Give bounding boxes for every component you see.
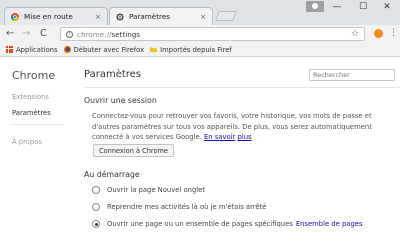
sidebar-item-parametres[interactable]: Paramètres	[12, 109, 51, 117]
url-scheme: chrome://	[77, 29, 112, 39]
startup-option-specific-pages[interactable]: Ouvrir une page ou un ensemble de pages …	[92, 220, 363, 228]
settings-sidebar: Chrome Extensions Paramètres À propos	[0, 58, 75, 240]
tab-strip: Mise en route × Paramètres × — ☐ ✕	[0, 0, 400, 25]
extension-icon[interactable]	[374, 29, 383, 38]
settings-main: Paramètres Ouvrir une session Connectez-…	[75, 58, 400, 240]
chrome-menu-button[interactable]: ⋮	[389, 27, 398, 39]
radio-button[interactable]	[92, 186, 100, 194]
radio-button[interactable]	[92, 203, 100, 211]
startup-option-new-tab[interactable]: Ouvrir la page Nouvel onglet	[92, 186, 205, 194]
learn-more-link[interactable]: En savoir	[204, 133, 235, 141]
close-tab-icon[interactable]: ×	[95, 13, 101, 21]
tab-parametres[interactable]: Paramètres ×	[109, 7, 213, 25]
reload-button[interactable]: C	[40, 28, 47, 40]
firefox-icon	[63, 46, 71, 53]
set-pages-link[interactable]: Ensemble de pages	[296, 220, 363, 228]
tab-label: Paramètres	[129, 12, 170, 21]
profile-avatar-icon[interactable]	[306, 1, 324, 12]
settings-search-input[interactable]	[309, 69, 395, 81]
close-tab-icon[interactable]: ×	[200, 13, 206, 21]
sidebar-divider	[12, 124, 64, 125]
page-title: Paramètres	[84, 69, 142, 80]
bookmark-debuter-firefox[interactable]: Débuter avec Firefox	[63, 45, 145, 54]
minimize-button[interactable]: —	[324, 0, 350, 14]
radio-button-selected[interactable]	[92, 220, 100, 228]
radio-label: Ouvrir une page ou un ensemble de pages …	[107, 220, 293, 228]
url-path: settings	[111, 29, 141, 39]
forward-button[interactable]: →	[22, 28, 30, 40]
chrome-icon	[11, 12, 19, 21]
info-icon[interactable]: i	[66, 30, 73, 38]
navigation-toolbar: ← → C i chrome:// settings ☆ ⋮	[0, 25, 400, 43]
tab-label: Mise en route	[24, 12, 73, 21]
window-close-button[interactable]: ✕	[374, 0, 400, 14]
startup-option-continue[interactable]: Reprendre mes activités là où je m'étais…	[92, 203, 266, 211]
bookmark-applications[interactable]: Applications	[6, 46, 58, 54]
new-tab-button[interactable]	[215, 11, 237, 21]
bookmarks-bar: Applications Débuter avec Firefox Import…	[0, 43, 400, 57]
bookmark-folder-imported[interactable]: Importés depuis Firef	[150, 46, 232, 54]
sidebar-title: Chrome	[12, 69, 56, 82]
radio-label: Reprendre mes activités là où je m'étais…	[107, 203, 267, 211]
startup-section-heading: Au démarrage	[84, 170, 140, 179]
back-button[interactable]: ←	[6, 28, 14, 40]
bookmark-label: Applications	[16, 45, 58, 54]
bookmark-label: Importés depuis Firef	[160, 45, 232, 54]
signin-button[interactable]: Connexion à Chrome	[93, 144, 174, 157]
bookmark-label: Débuter avec Firefox	[73, 45, 145, 54]
sidebar-item-extensions[interactable]: Extensions	[12, 93, 49, 101]
learn-more-link-continued[interactable]: plus	[238, 133, 252, 141]
folder-icon	[150, 47, 158, 53]
sidebar-item-a-propos[interactable]: À propos	[12, 138, 42, 146]
title-divider	[84, 87, 400, 88]
signin-description: Connectez-vous pour retrouver vos favori…	[92, 111, 390, 143]
bookmark-star-icon[interactable]: ☆	[351, 28, 359, 40]
maximize-button[interactable]: ☐	[350, 0, 376, 14]
tab-mise-en-route[interactable]: Mise en route ×	[4, 7, 108, 25]
apps-grid-icon	[6, 46, 13, 53]
address-bar[interactable]: i chrome:// settings ☆	[60, 27, 365, 41]
gear-icon	[116, 12, 124, 21]
radio-label: Ouvrir la page Nouvel onglet	[107, 186, 205, 194]
signin-section-heading: Ouvrir une session	[84, 96, 157, 105]
